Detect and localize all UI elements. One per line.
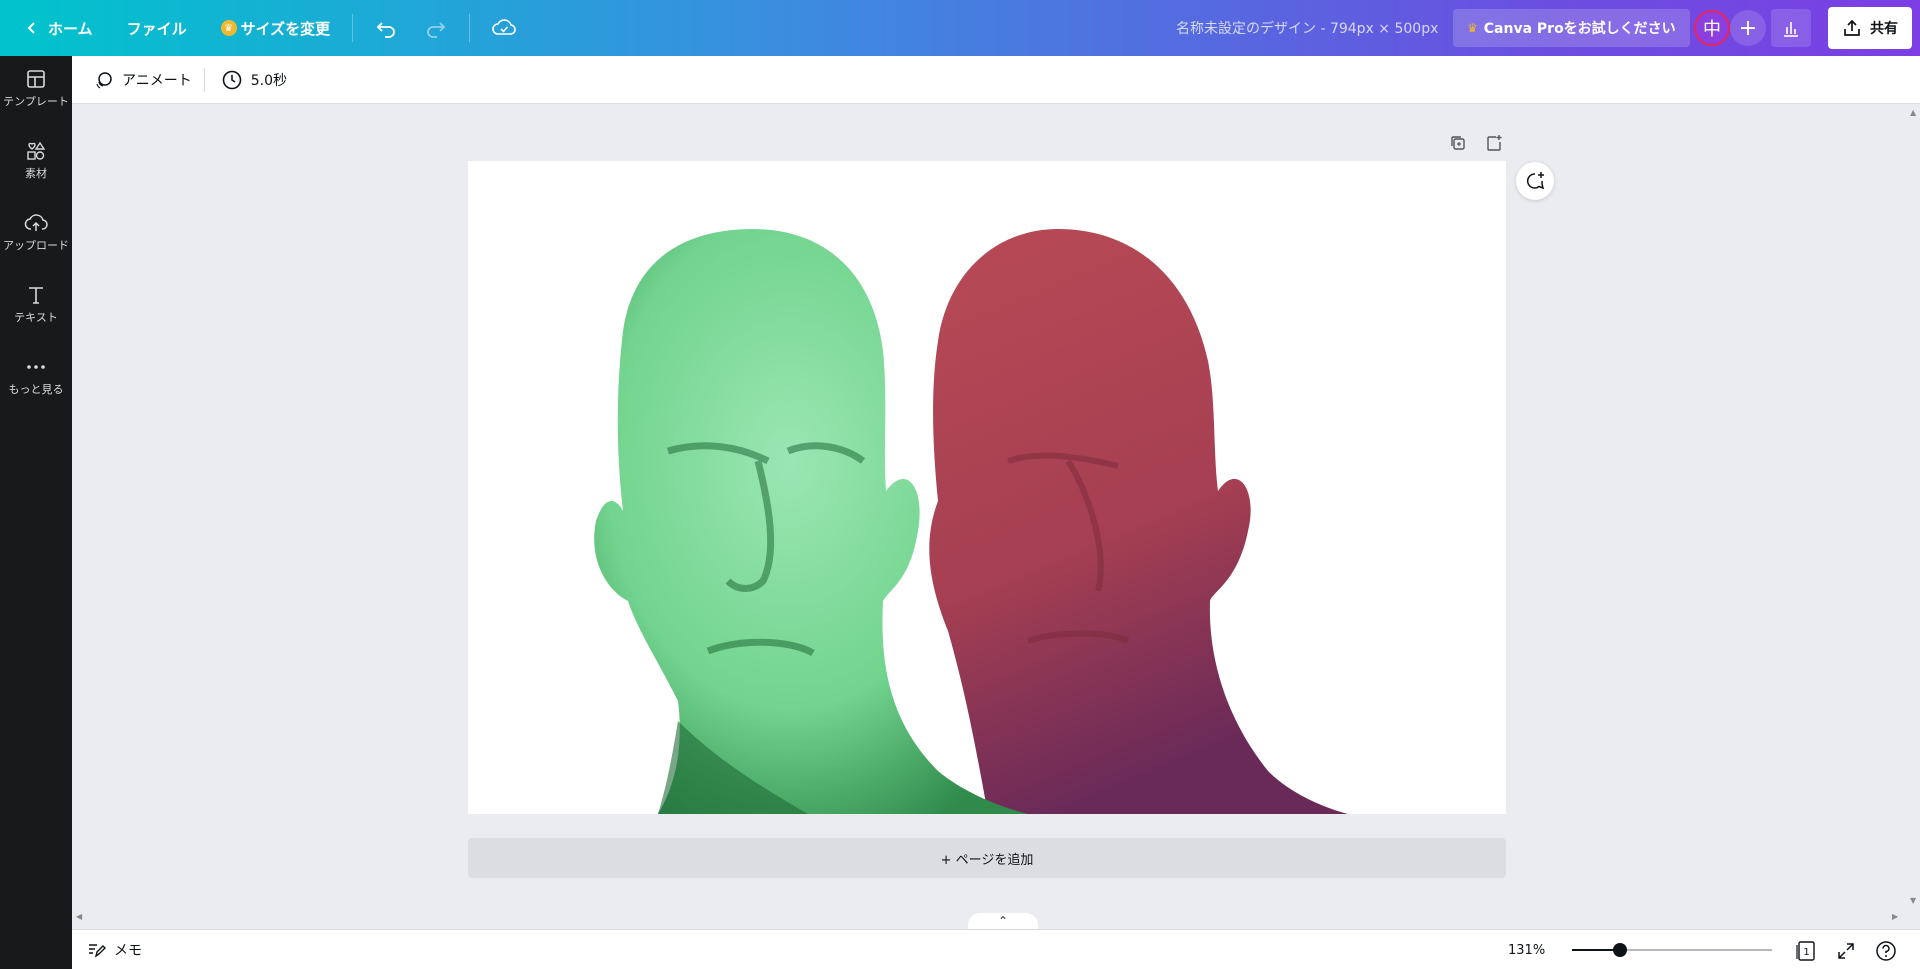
clock-icon <box>222 70 242 89</box>
crown-icon: ♛ <box>1467 21 1478 35</box>
text-icon <box>29 286 43 304</box>
page-count: 1 <box>1803 947 1809 958</box>
duplicate-icon <box>1451 136 1465 150</box>
add-page-icon <box>1487 135 1502 151</box>
divider <box>352 14 354 42</box>
vertical-scrollbar[interactable]: ▲ ▼ <box>1908 104 1920 912</box>
try-pro-label: Canva Proをお試しください <box>1483 21 1676 37</box>
sidebar-item-label: 素材 <box>25 166 47 180</box>
design-page[interactable] <box>468 161 1506 814</box>
sidebar-item-label: テキスト <box>14 310 58 324</box>
red-head-shape <box>929 229 1348 814</box>
try-pro-button[interactable]: ♛ Canva Proをお試しください <box>1453 9 1690 47</box>
add-page-label: + ページを追加 <box>940 852 1034 868</box>
file-menu-button[interactable]: ファイル <box>113 8 201 48</box>
notes-button[interactable]: メモ <box>86 940 142 960</box>
upload-icon <box>24 213 48 231</box>
sidebar-item-elements[interactable]: 素材 <box>0 128 72 192</box>
page-count-button[interactable]: 1 <box>1794 939 1818 963</box>
add-collaborator-button[interactable]: + <box>1730 10 1766 46</box>
page-tools <box>1447 132 1505 154</box>
upload-arrow-icon <box>1844 19 1860 36</box>
page-panel-toggle[interactable]: ⌃ <box>968 913 1038 929</box>
notes-icon <box>89 943 106 958</box>
sidebar-item-label: アップロード <box>3 238 69 252</box>
divider <box>469 14 471 42</box>
sidebar-item-label: もっと見る <box>8 382 64 396</box>
comment-add-icon <box>1526 172 1545 190</box>
sidebar-item-more[interactable]: もっと見る <box>0 344 72 408</box>
undo-icon <box>376 22 395 38</box>
pages-icon: 1 <box>1796 941 1815 961</box>
insights-button[interactable] <box>1771 9 1811 47</box>
zoom-slider[interactable] <box>1572 943 1772 957</box>
left-sidebar: テンプレート 素材 アップロード テキスト もっと見る <box>0 56 72 969</box>
sidebar-item-label: テンプレート <box>3 94 69 108</box>
home-label: ホーム <box>48 19 93 38</box>
sidebar-item-templates[interactable]: テンプレート <box>0 56 72 120</box>
resize-label: サイズを変更 <box>240 19 331 38</box>
help-button[interactable] <box>1874 939 1898 963</box>
elements-icon <box>27 141 46 160</box>
notes-label: メモ <box>114 942 142 959</box>
context-toolbar: アニメート 5.0秒 <box>72 56 1920 104</box>
duration-button[interactable]: 5.0秒 <box>209 63 299 97</box>
crown-icon: ♛ <box>220 20 237 36</box>
scroll-down-arrow-icon[interactable]: ▼ <box>1910 896 1916 905</box>
cloud-check-icon <box>492 19 516 35</box>
scroll-left-arrow-icon[interactable]: ◀ <box>76 912 82 921</box>
share-label: 共有 <box>1870 21 1898 37</box>
zoom-level[interactable]: 131% <box>1508 930 1545 969</box>
avatar[interactable]: 中 <box>1694 10 1730 46</box>
add-page-button[interactable]: + ページを追加 <box>468 838 1506 878</box>
chevron-left-icon <box>27 22 35 34</box>
sidebar-item-uploads[interactable]: アップロード <box>0 200 72 264</box>
fullscreen-button[interactable] <box>1834 939 1858 963</box>
divider <box>203 67 205 92</box>
chevron-up-icon: ⌃ <box>997 914 1009 928</box>
home-button[interactable]: ホーム <box>10 8 107 48</box>
duplicate-page-button[interactable] <box>1447 132 1469 154</box>
help-icon <box>1876 941 1896 961</box>
scroll-right-arrow-icon[interactable]: ▶ <box>1892 912 1898 921</box>
template-icon <box>27 69 45 88</box>
save-status-button[interactable] <box>478 8 530 48</box>
redo-button[interactable] <box>411 8 461 48</box>
top-bar: ホーム ファイル ♛ サイズを変更 名称未設定のデザイン - 794px × 5… <box>0 0 1920 56</box>
sidebar-item-text[interactable]: テキスト <box>0 272 72 336</box>
duration-label: 5.0秒 <box>250 72 287 89</box>
add-comment-button[interactable] <box>1516 162 1554 200</box>
expand-icon <box>1838 943 1854 959</box>
file-label: ファイル <box>126 19 187 38</box>
artwork-image[interactable] <box>468 161 1506 814</box>
animate-button[interactable]: アニメート <box>82 63 204 97</box>
resize-button[interactable]: ♛ サイズを変更 <box>207 8 345 48</box>
share-button[interactable]: 共有 <box>1828 7 1912 49</box>
add-page-icon-button[interactable] <box>1483 132 1505 154</box>
bottom-bar: メモ 131% 1 <box>72 929 1920 969</box>
bar-chart-icon <box>1784 22 1798 37</box>
more-icon <box>27 364 45 369</box>
animate-icon <box>96 71 112 88</box>
animate-label: アニメート <box>122 72 192 89</box>
scroll-up-arrow-icon[interactable]: ▲ <box>1910 108 1916 117</box>
document-title[interactable]: 名称未設定のデザイン - 794px × 500px <box>1176 0 1438 56</box>
zoom-slider-handle[interactable] <box>1613 943 1627 957</box>
undo-button[interactable] <box>361 8 411 48</box>
plus-icon: + <box>1738 15 1758 41</box>
redo-icon <box>427 22 446 38</box>
